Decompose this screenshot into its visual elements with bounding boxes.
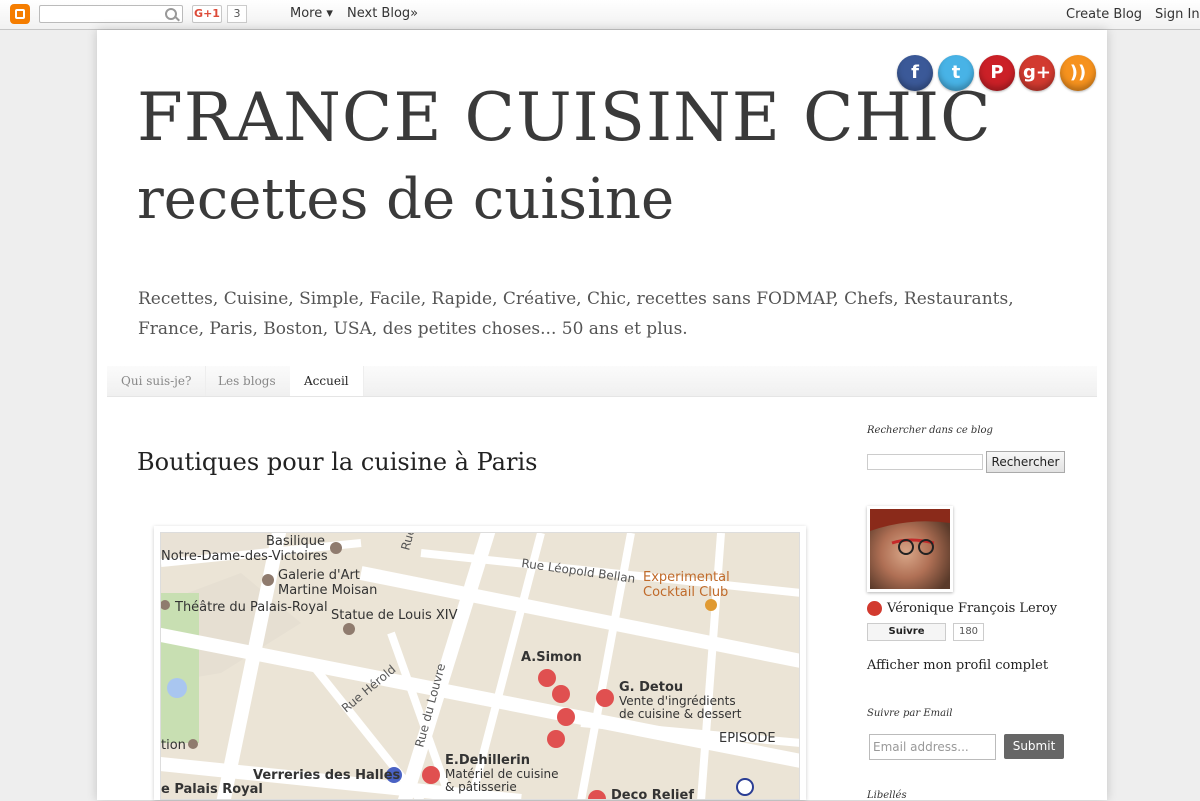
more-menu[interactable]: More ▾ (290, 6, 333, 21)
email-field[interactable]: Email address... (869, 734, 996, 760)
profile-photo[interactable] (870, 509, 950, 589)
search-heading: Rechercher dans ce blog (867, 425, 993, 436)
map-label: Martine Moisan (278, 583, 377, 598)
map-label: A.Simon (521, 650, 582, 665)
map-label: G. Detou (619, 680, 683, 695)
blogger-navbar: G+1 3 More ▾ Next Blog» Create Blog Sign… (0, 0, 1200, 30)
map-label: Verreries des Halles (253, 768, 401, 783)
map-image: Basilique Notre-Dame-des-Victoires Galer… (160, 532, 800, 800)
map-label: Basilique (266, 534, 325, 549)
googleplus-icon[interactable]: g+ (1019, 55, 1055, 91)
navbar-search-input[interactable] (39, 5, 183, 23)
blog-subtitle[interactable]: recettes de cuisine (137, 160, 674, 240)
map-label: Galerie d'Art (278, 568, 360, 583)
create-blog-link[interactable]: Create Blog (1066, 7, 1142, 22)
tab-les-blogs[interactable]: Les blogs (204, 366, 291, 396)
map-svg: Basilique Notre-Dame-des-Victoires Galer… (161, 533, 799, 800)
profile-name[interactable]: Véronique François Leroy (887, 601, 1057, 616)
search-icon[interactable] (165, 8, 177, 20)
post-title[interactable]: Boutiques pour la cuisine à Paris (137, 448, 537, 476)
follow-button[interactable]: Suivre (867, 623, 946, 641)
tab-accueil[interactable]: Accueil (290, 366, 364, 396)
submit-button[interactable]: Submit (1004, 734, 1064, 759)
map-label: de cuisine & dessert (619, 707, 742, 721)
profile-photo-glasses (870, 509, 950, 555)
map-label: Cocktail Club (643, 585, 728, 600)
blog-description: Recettes, Cuisine, Simple, Facile, Rapid… (138, 289, 1014, 339)
map-label: Notre-Dame-des-Victoires (161, 549, 328, 564)
next-blog-link[interactable]: Next Blog» (347, 6, 418, 21)
map-label: Statue de Louis XIV (331, 608, 458, 623)
rss-icon[interactable]: )) (1060, 55, 1096, 91)
gplus-one-button[interactable]: G+1 (192, 5, 222, 23)
labels-heading: Libellés (867, 790, 907, 801)
map-label: Théâtre du Palais-Royal (174, 600, 328, 615)
blogger-logo-icon[interactable] (10, 4, 30, 24)
map-label: e Palais Royal (161, 782, 263, 797)
view-profile-link[interactable]: Afficher mon profil complet (867, 658, 1048, 673)
map-label: Experimental (643, 570, 730, 585)
map-label: Deco Relief (611, 788, 694, 800)
map-label: Matériel de cuisine (445, 767, 559, 781)
map-label: & pâtisserie (445, 780, 517, 794)
map-label: E.Dehillerin (445, 753, 530, 768)
blog-search-input[interactable] (867, 454, 983, 470)
googleplus-icon[interactable] (867, 601, 882, 616)
follow-count: 180 (953, 623, 984, 641)
map-label: EPISODE (719, 731, 776, 746)
avatar[interactable] (867, 506, 953, 592)
tab-qui-suis-je[interactable]: Qui suis-je? (107, 366, 207, 396)
sign-in-link[interactable]: Sign In (1155, 7, 1200, 22)
map-label: tion (161, 738, 186, 753)
search-button[interactable]: Rechercher (986, 451, 1065, 473)
blog-title[interactable]: FRANCE CUISINE CHIC (137, 78, 992, 158)
page-tabs: Qui suis-je? Les blogs Accueil (107, 366, 1097, 397)
gplus-count: 3 (227, 5, 247, 23)
map-label: Vente d'ingrédients (619, 694, 736, 708)
email-heading: Suivre par Email (867, 708, 953, 719)
